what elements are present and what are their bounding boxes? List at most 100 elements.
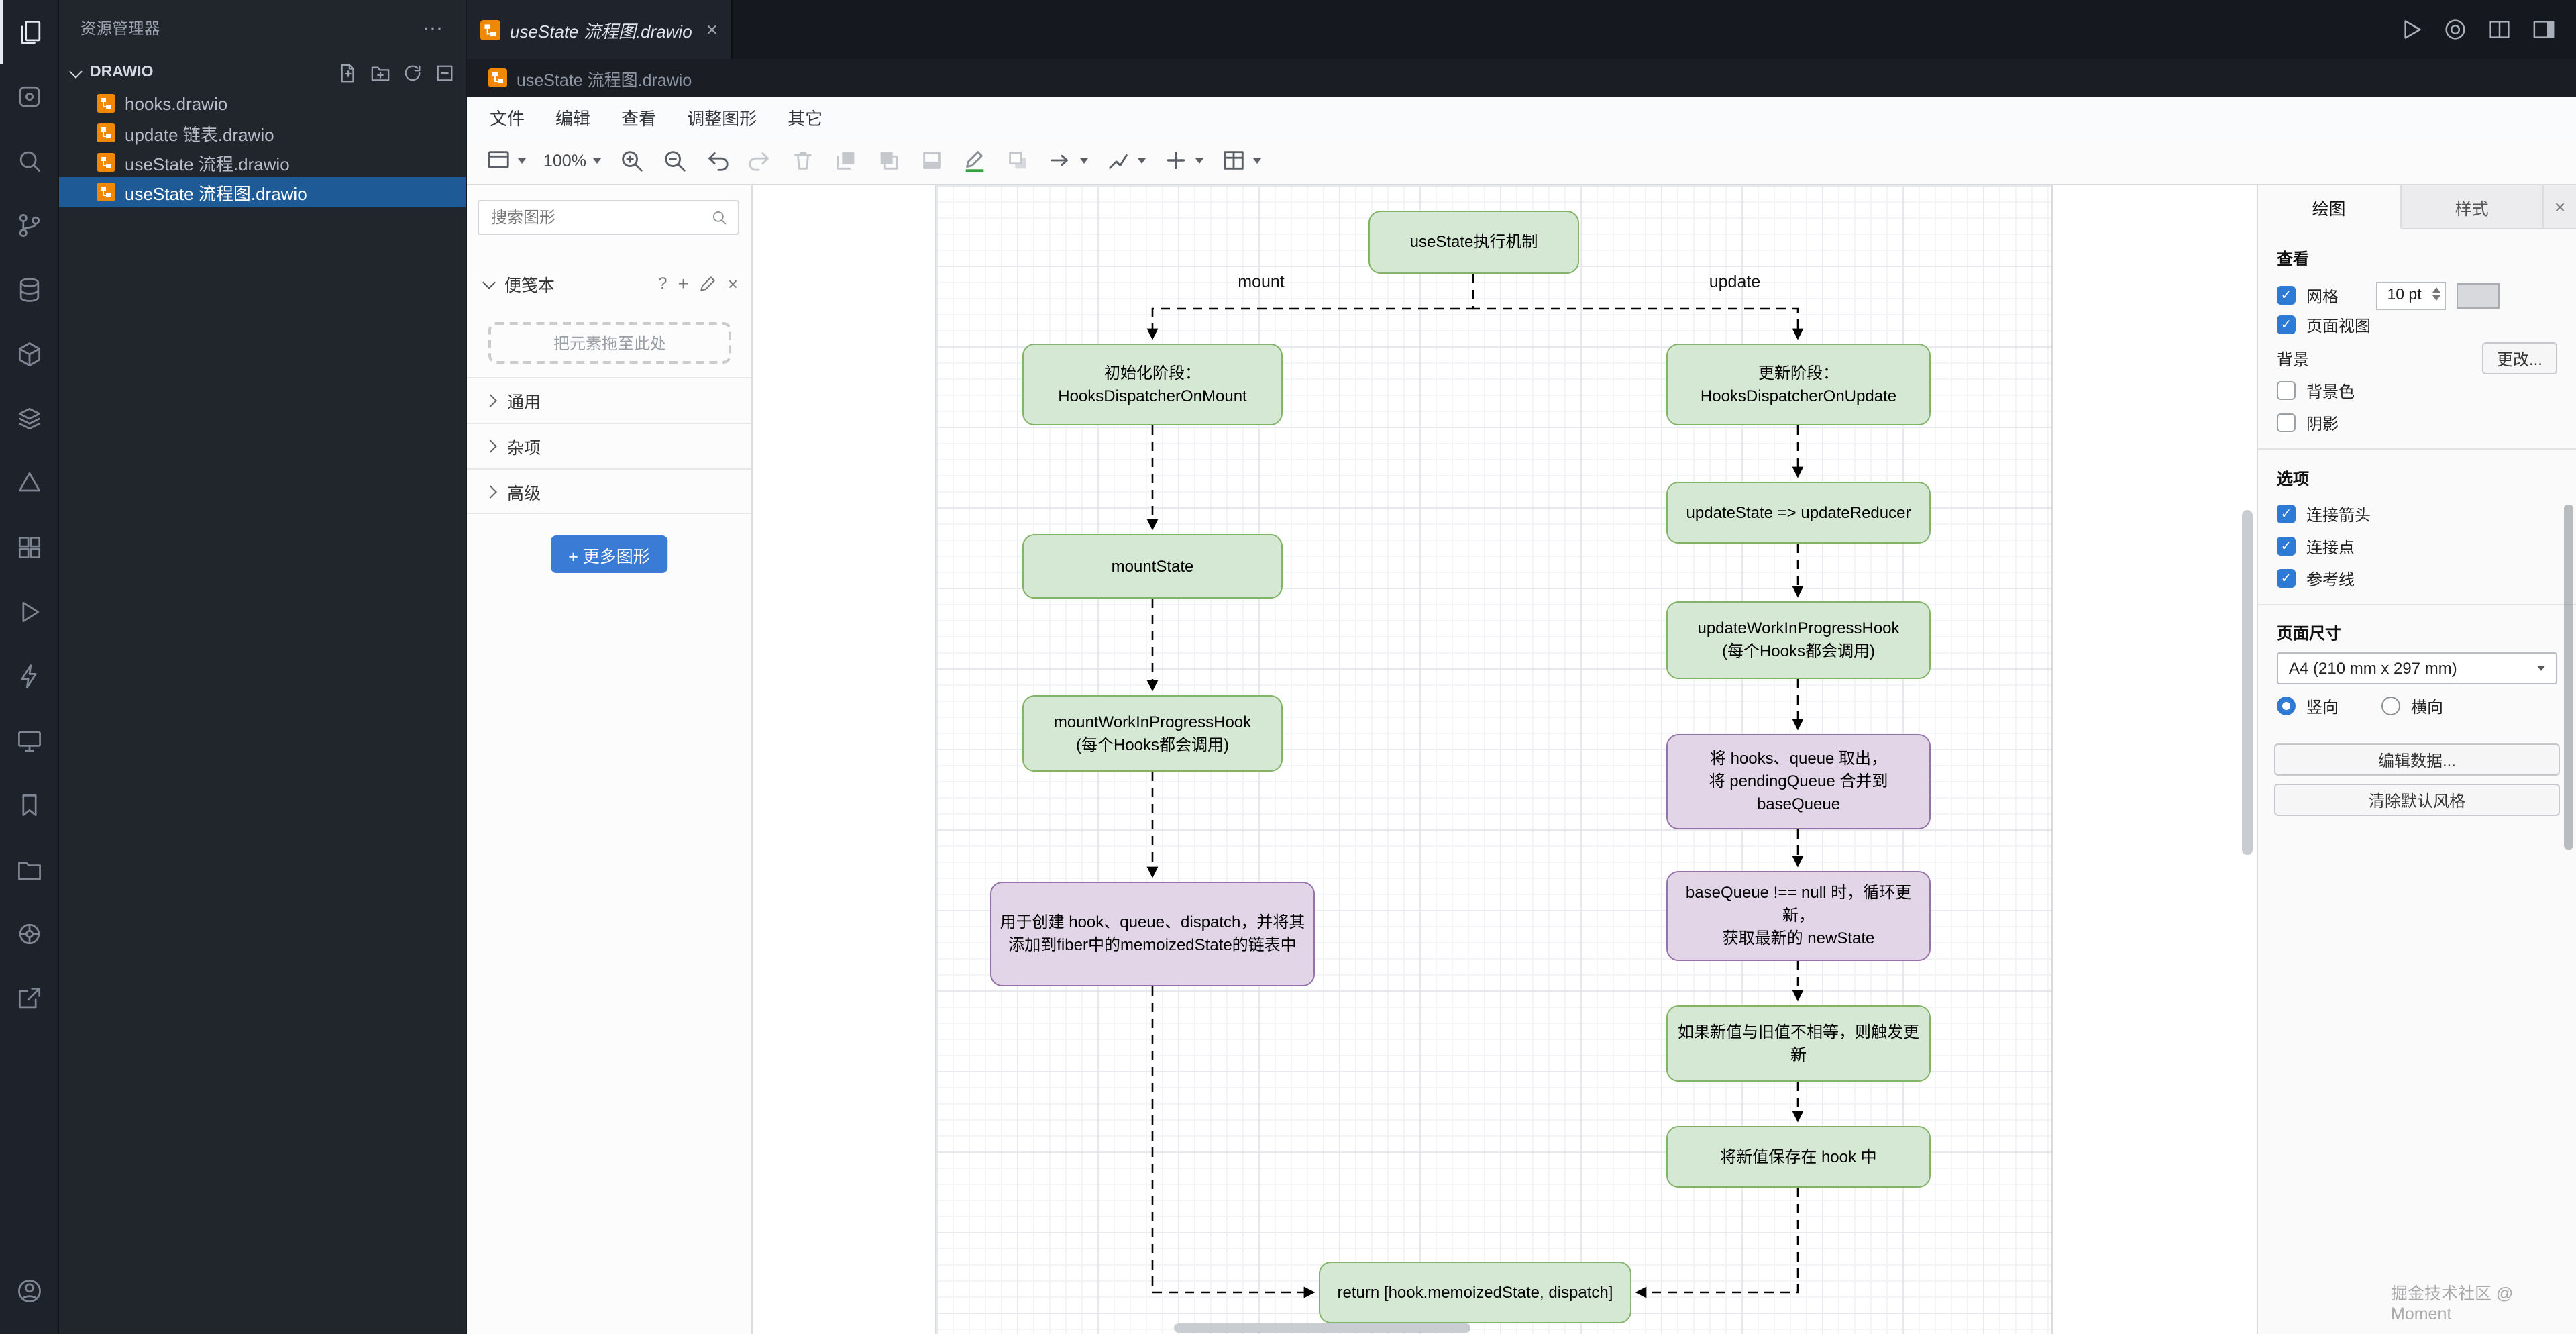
connection-points-checkbox[interactable] xyxy=(2277,537,2296,556)
menu-edit[interactable]: 编辑 xyxy=(551,101,594,132)
explorer-icon[interactable] xyxy=(0,0,58,64)
scratchpad-dropzone[interactable]: 把元素拖至此处 xyxy=(488,322,731,364)
diagram-canvas[interactable]: mount update useState执行机制 初始化阶段： HooksDi… xyxy=(753,185,2257,1334)
bookmarks-icon[interactable] xyxy=(0,773,58,837)
canvas-vertical-scrollbar[interactable] xyxy=(2242,510,2253,855)
run-debug-icon[interactable] xyxy=(0,580,58,644)
background-color-checkbox[interactable] xyxy=(2277,381,2296,400)
clear-default-style-button[interactable]: 清除默认风格 xyxy=(2274,784,2560,816)
node-save-in-hook[interactable]: 将新值保存在 hook 中 xyxy=(1666,1126,1931,1188)
project-folder-icon[interactable] xyxy=(0,837,58,902)
insert-button[interactable] xyxy=(1163,148,1203,173)
edit-data-button[interactable]: 编辑数据... xyxy=(2274,743,2560,776)
more-actions-icon[interactable]: ⋯ xyxy=(423,16,444,40)
folder-row-drawio[interactable]: DRAWIO xyxy=(59,56,466,89)
node-update-wip-hook[interactable]: updateWorkInProgressHook (每个Hooks都会调用) xyxy=(1666,601,1931,679)
extension-logo-icon[interactable] xyxy=(2442,16,2469,43)
shape-search-box[interactable] xyxy=(478,200,739,235)
node-mount-wip-hook[interactable]: mountWorkInProgressHook (每个Hooks都会调用) xyxy=(1022,695,1283,772)
node-update-reducer[interactable]: updateState => updateReducer xyxy=(1666,482,1931,544)
customize-layout-icon[interactable] xyxy=(2530,16,2557,43)
landscape-radio[interactable] xyxy=(2381,697,2401,715)
menu-view[interactable]: 查看 xyxy=(617,101,660,132)
connection-arrows-checkbox[interactable] xyxy=(2277,505,2296,523)
source-control-icon[interactable] xyxy=(0,193,58,258)
container-icon[interactable] xyxy=(0,322,58,387)
line-color-icon[interactable] xyxy=(962,148,987,173)
breadcrumb[interactable]: useState 流程图.drawio xyxy=(467,59,2576,97)
account-icon[interactable] xyxy=(0,1259,58,1323)
menu-file[interactable]: 文件 xyxy=(486,101,529,132)
tab-style[interactable]: 样式 xyxy=(2401,185,2544,228)
more-shapes-button[interactable]: + 更多图形 xyxy=(551,535,667,573)
page-view-checkbox[interactable] xyxy=(2277,315,2296,334)
connection-style-button[interactable] xyxy=(1048,148,1088,173)
kubernetes-wheel-icon[interactable] xyxy=(0,902,58,966)
waypoints-style-button[interactable] xyxy=(1106,148,1146,173)
portrait-radio[interactable] xyxy=(2277,697,2296,715)
redo-icon[interactable] xyxy=(747,148,773,173)
editor-tab[interactable]: useState 流程图.drawio × xyxy=(467,0,733,59)
file-item[interactable]: useState 流程.drawio xyxy=(59,148,466,177)
collapse-all-icon[interactable] xyxy=(435,62,455,83)
layers-icon[interactable] xyxy=(0,387,58,451)
scratchpad-header[interactable]: 便笺本 ? + × xyxy=(480,270,738,297)
share-icon[interactable] xyxy=(0,966,58,1031)
node-update-stage[interactable]: 更新阶段： HooksDispatcherOnUpdate xyxy=(1666,344,1931,425)
split-editor-icon[interactable] xyxy=(2486,16,2513,43)
window-scrollbar[interactable] xyxy=(2564,505,2573,850)
triangle-tool-icon[interactable] xyxy=(0,451,58,515)
to-back-icon[interactable] xyxy=(876,148,902,173)
shadow-icon[interactable] xyxy=(1005,148,1030,173)
guides-checkbox[interactable] xyxy=(2277,569,2296,588)
close-icon[interactable]: × xyxy=(2544,185,2576,228)
file-item-selected[interactable]: useState 流程图.drawio xyxy=(59,177,466,207)
breadcrumb-item[interactable]: useState 流程图.drawio xyxy=(517,65,692,91)
add-icon[interactable]: + xyxy=(678,272,688,294)
canvas-horizontal-scrollbar[interactable] xyxy=(1174,1323,1470,1333)
zoom-in-icon[interactable] xyxy=(619,148,644,173)
shape-section-advanced[interactable]: 高级 xyxy=(467,468,751,514)
zoom-out-icon[interactable] xyxy=(661,148,687,173)
fill-color-icon[interactable] xyxy=(919,148,945,173)
node-compare-trigger[interactable]: 如果新值与旧值不相等，则触发更新 xyxy=(1666,1005,1931,1082)
close-icon[interactable]: × xyxy=(728,273,738,293)
shadow-checkbox[interactable] xyxy=(2277,413,2296,432)
paper-size-select[interactable]: A4 (210 mm x 297 mm) xyxy=(2277,652,2557,684)
extensions-icon[interactable] xyxy=(0,515,58,580)
grid-checkbox[interactable] xyxy=(2277,286,2296,305)
remote-explorer-icon[interactable] xyxy=(0,709,58,773)
to-front-icon[interactable] xyxy=(833,148,859,173)
node-return[interactable]: return [hook.memoizedState, dispatch] xyxy=(1319,1262,1631,1323)
grid-color-swatch[interactable] xyxy=(2457,283,2500,308)
zoom-level-dropdown[interactable]: 100% xyxy=(543,151,601,170)
edit-pencil-icon[interactable] xyxy=(700,274,717,292)
menu-arrange[interactable]: 调整图形 xyxy=(683,101,761,132)
node-mount-create[interactable]: 用于创建 hook、queue、dispatch，并将其 添加到fiber中的m… xyxy=(990,882,1315,986)
change-background-button[interactable]: 更改... xyxy=(2481,342,2557,374)
shape-section-misc[interactable]: 杂项 xyxy=(467,423,751,468)
extension-generic-icon[interactable] xyxy=(0,64,58,129)
new-file-icon[interactable] xyxy=(338,62,358,83)
refresh-icon[interactable] xyxy=(402,62,423,83)
search-icon[interactable] xyxy=(0,129,58,193)
delete-icon[interactable] xyxy=(790,148,816,173)
pages-view-button[interactable] xyxy=(486,148,526,173)
shape-search-input[interactable] xyxy=(488,207,704,228)
node-take-queue[interactable]: 将 hooks、queue 取出， 将 pendingQueue 合并到 bas… xyxy=(1666,734,1931,829)
undo-icon[interactable] xyxy=(704,148,730,173)
close-icon[interactable]: × xyxy=(706,19,718,40)
help-icon[interactable]: ? xyxy=(658,274,667,293)
node-title[interactable]: useState执行机制 xyxy=(1368,211,1579,274)
thunder-client-icon[interactable] xyxy=(0,644,58,709)
table-button[interactable] xyxy=(1221,148,1261,173)
file-item[interactable]: update 链表.drawio xyxy=(59,118,466,148)
menu-extras[interactable]: 其它 xyxy=(784,101,826,132)
file-item[interactable]: hooks.drawio xyxy=(59,89,466,118)
run-icon[interactable] xyxy=(2398,16,2424,43)
tab-diagram[interactable]: 绘图 xyxy=(2258,185,2402,229)
node-loop-update[interactable]: baseQueue !== null 时，循环更新， 获取最新的 newStat… xyxy=(1666,871,1931,961)
shape-section-general[interactable]: 通用 xyxy=(467,377,751,423)
new-folder-icon[interactable] xyxy=(370,62,390,83)
node-mount-state[interactable]: mountState xyxy=(1022,534,1283,599)
